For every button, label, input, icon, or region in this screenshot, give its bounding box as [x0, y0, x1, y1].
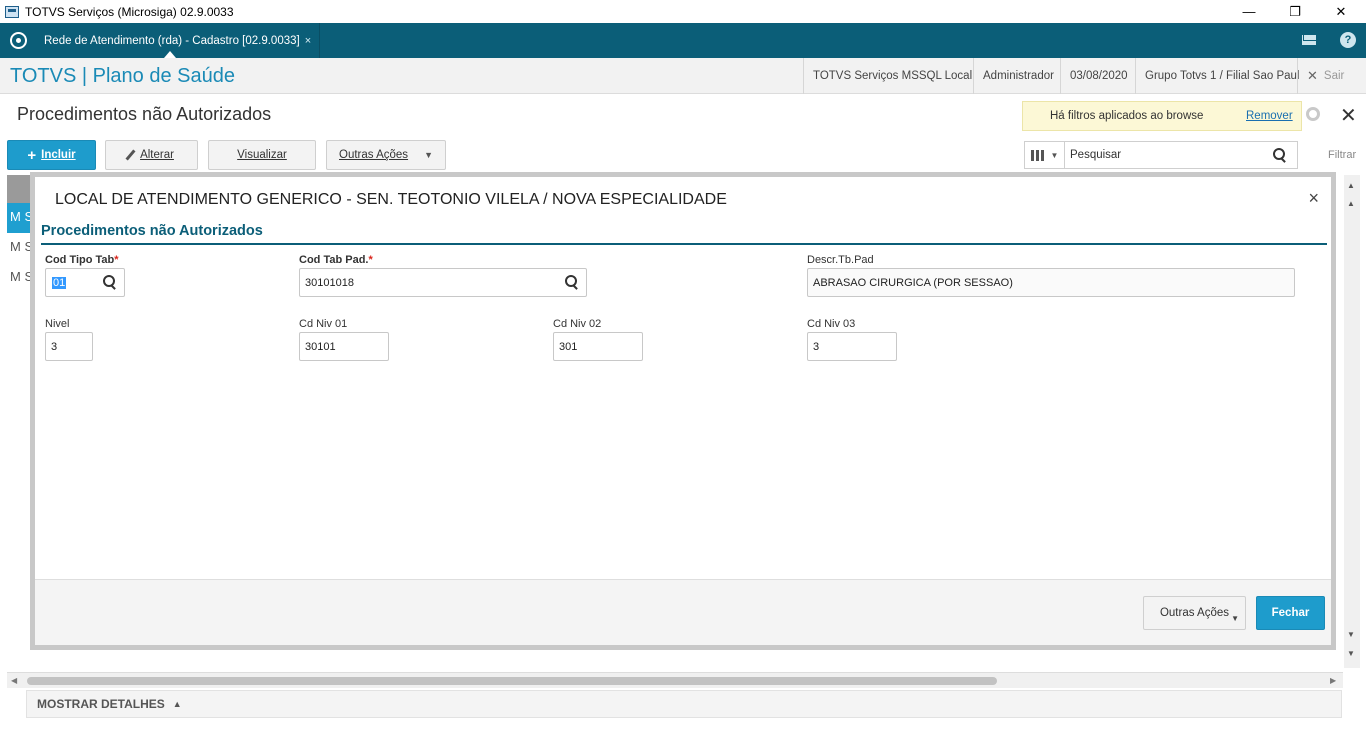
module-tabbar: Rede de Atendimento (rda) - Cadastro [02… [0, 23, 1366, 58]
cod-tab-pad-value: 30101018 [305, 277, 354, 289]
plus-icon: + [27, 146, 37, 164]
cd-niv-02-value: 301 [559, 341, 578, 353]
dialog-title: LOCAL DE ATENDIMENTO GENERICO - SEN. TEO… [55, 191, 727, 208]
search-icon[interactable] [1273, 148, 1287, 162]
dialog-close-icon[interactable]: × [1308, 188, 1319, 209]
descr-tb-pad-input[interactable]: ABRASAO CIRURGICA (POR SESSAO) [807, 268, 1295, 297]
section-title: Procedimentos não Autorizados [41, 223, 263, 239]
help-icon[interactable]: ? [1340, 32, 1356, 48]
scroll-down-icon[interactable]: ▼ [1347, 630, 1355, 639]
horizontal-scrollbar[interactable]: ◀ ▶ [7, 672, 1343, 688]
cd-niv-03-label: Cd Niv 03 [807, 318, 856, 330]
branch-label: Grupo Totvs 1 / Filial Sao Paul [1135, 58, 1308, 94]
lookup-search-icon[interactable] [103, 275, 117, 289]
cd-niv-01-label: Cd Niv 01 [299, 318, 348, 330]
incluir-button[interactable]: + Incluir [7, 140, 96, 170]
cod-tipo-tab-value: 01 [52, 277, 67, 289]
scroll-bottom-icon[interactable]: ▼ [1347, 649, 1355, 658]
close-browse-icon[interactable]: ✕ [1340, 103, 1357, 128]
chevron-down-icon: ▼ [424, 150, 433, 160]
column-selector[interactable]: ▼ [1025, 142, 1065, 168]
cd-niv-02-label: Cd Niv 02 [553, 318, 602, 330]
filter-notice-text: Há filtros aplicados ao browse [1050, 110, 1204, 122]
show-details-bar[interactable]: MOSTRAR DETALHES ▲ [26, 690, 1342, 718]
nivel-value: 3 [51, 341, 58, 353]
app-header: TOTVS | Plano de Saúde TOTVS Serviços MS… [0, 58, 1366, 94]
remove-filter-link[interactable]: Remover [1246, 110, 1293, 122]
fechar-button[interactable]: Fechar [1256, 596, 1325, 630]
page-title: Procedimentos não Autorizados [17, 104, 272, 124]
nivel-label: Nivel [45, 318, 70, 330]
cd-niv-03-input[interactable]: 3 [807, 332, 897, 361]
mail-icon[interactable] [1302, 35, 1316, 45]
window-titlebar: TOTVS Serviços (Microsiga) 02.9.0033 — ❐… [0, 0, 1366, 23]
lookup-search-icon[interactable] [565, 275, 579, 289]
date-label: 03/08/2020 [1060, 58, 1137, 94]
visualizar-button[interactable]: Visualizar [208, 140, 316, 170]
search-box: ▼ [1024, 141, 1298, 169]
dialog-footer: Outras Ações ▼ Fechar [35, 579, 1331, 645]
alterar-label: Alterar [140, 149, 174, 161]
gear-icon[interactable] [1306, 107, 1320, 121]
fechar-label: Fechar [1271, 607, 1310, 619]
app-window-icon [5, 5, 19, 18]
cd-niv-01-input[interactable]: 30101 [299, 332, 389, 361]
alterar-button[interactable]: Alterar [105, 140, 198, 170]
nivel-input[interactable]: 3 [45, 332, 93, 361]
window-title: TOTVS Serviços (Microsiga) 02.9.0033 [25, 4, 234, 19]
exit-button[interactable]: ✕ Sair [1297, 58, 1366, 94]
exit-icon: ✕ [1307, 68, 1318, 83]
incluir-label: Incluir [41, 149, 76, 161]
outras-acoes-button[interactable]: Outras Ações ▼ [326, 140, 446, 170]
filtrar-link[interactable]: Filtrar [1328, 149, 1356, 161]
section-divider [41, 243, 1327, 245]
cd-niv-02-input[interactable]: 301 [553, 332, 643, 361]
horizontal-scroll-thumb[interactable] [27, 677, 997, 685]
dialog-outras-acoes-button[interactable]: Outras Ações ▼ [1143, 596, 1246, 630]
cod-tipo-tab-input[interactable]: 01 [45, 268, 125, 297]
scroll-top-icon[interactable]: ▲ [1347, 181, 1355, 190]
tab-rede-atendimento[interactable]: Rede de Atendimento (rda) - Cadastro [02… [36, 23, 321, 58]
user-label: Administrador [973, 58, 1063, 94]
tab-label: Rede de Atendimento (rda) - Cadastro [02… [44, 34, 300, 47]
scroll-right-icon[interactable]: ▶ [1330, 676, 1336, 685]
procedure-dialog: LOCAL DE ATENDIMENTO GENERICO - SEN. TEO… [30, 172, 1336, 650]
descr-tb-pad-value: ABRASAO CIRURGICA (POR SESSAO) [813, 277, 1013, 289]
chevron-down-icon: ▼ [1231, 614, 1239, 623]
scroll-up-icon[interactable]: ▲ [1347, 199, 1355, 208]
app-brand: TOTVS | Plano de Saúde [10, 65, 235, 87]
descr-tb-pad-label: Descr.Tb.Pad [807, 254, 874, 266]
cod-tab-pad-input[interactable]: 30101018 [299, 268, 587, 297]
chevron-up-icon: ▲ [172, 699, 182, 709]
outras-acoes-label: Outras Ações [339, 149, 409, 161]
minimize-button[interactable]: — [1226, 0, 1272, 23]
exit-label: Sair [1323, 70, 1345, 82]
show-details-label: MOSTRAR DETALHES [37, 697, 165, 711]
window-close-button[interactable]: ✕ [1318, 0, 1364, 23]
visualizar-label: Visualizar [237, 149, 287, 161]
filter-notice: Há filtros aplicados ao browse Remover [1022, 101, 1302, 131]
cd-niv-03-value: 3 [813, 341, 820, 353]
cod-tab-pad-label: Cod Tab Pad.* [299, 254, 373, 266]
vertical-scrollbar[interactable]: ▲ ▲ ▼ ▼ [1344, 175, 1360, 668]
cd-niv-01-value: 30101 [305, 341, 336, 353]
restore-button[interactable]: ❐ [1272, 0, 1318, 23]
pencil-icon [125, 149, 136, 161]
dialog-outras-acoes-label: Outras Ações [1159, 607, 1230, 619]
cod-tipo-tab-label: Cod Tipo Tab* [45, 254, 119, 266]
active-tab-caret-icon [164, 51, 176, 58]
search-input[interactable] [1070, 149, 1270, 161]
chevron-down-icon: ▼ [1050, 150, 1059, 160]
totvs-logo-icon[interactable] [10, 32, 27, 49]
environment-label: TOTVS Serviços MSSQL Local [803, 58, 981, 94]
scroll-left-icon[interactable]: ◀ [11, 676, 17, 685]
tab-close-icon[interactable]: × [305, 35, 311, 47]
